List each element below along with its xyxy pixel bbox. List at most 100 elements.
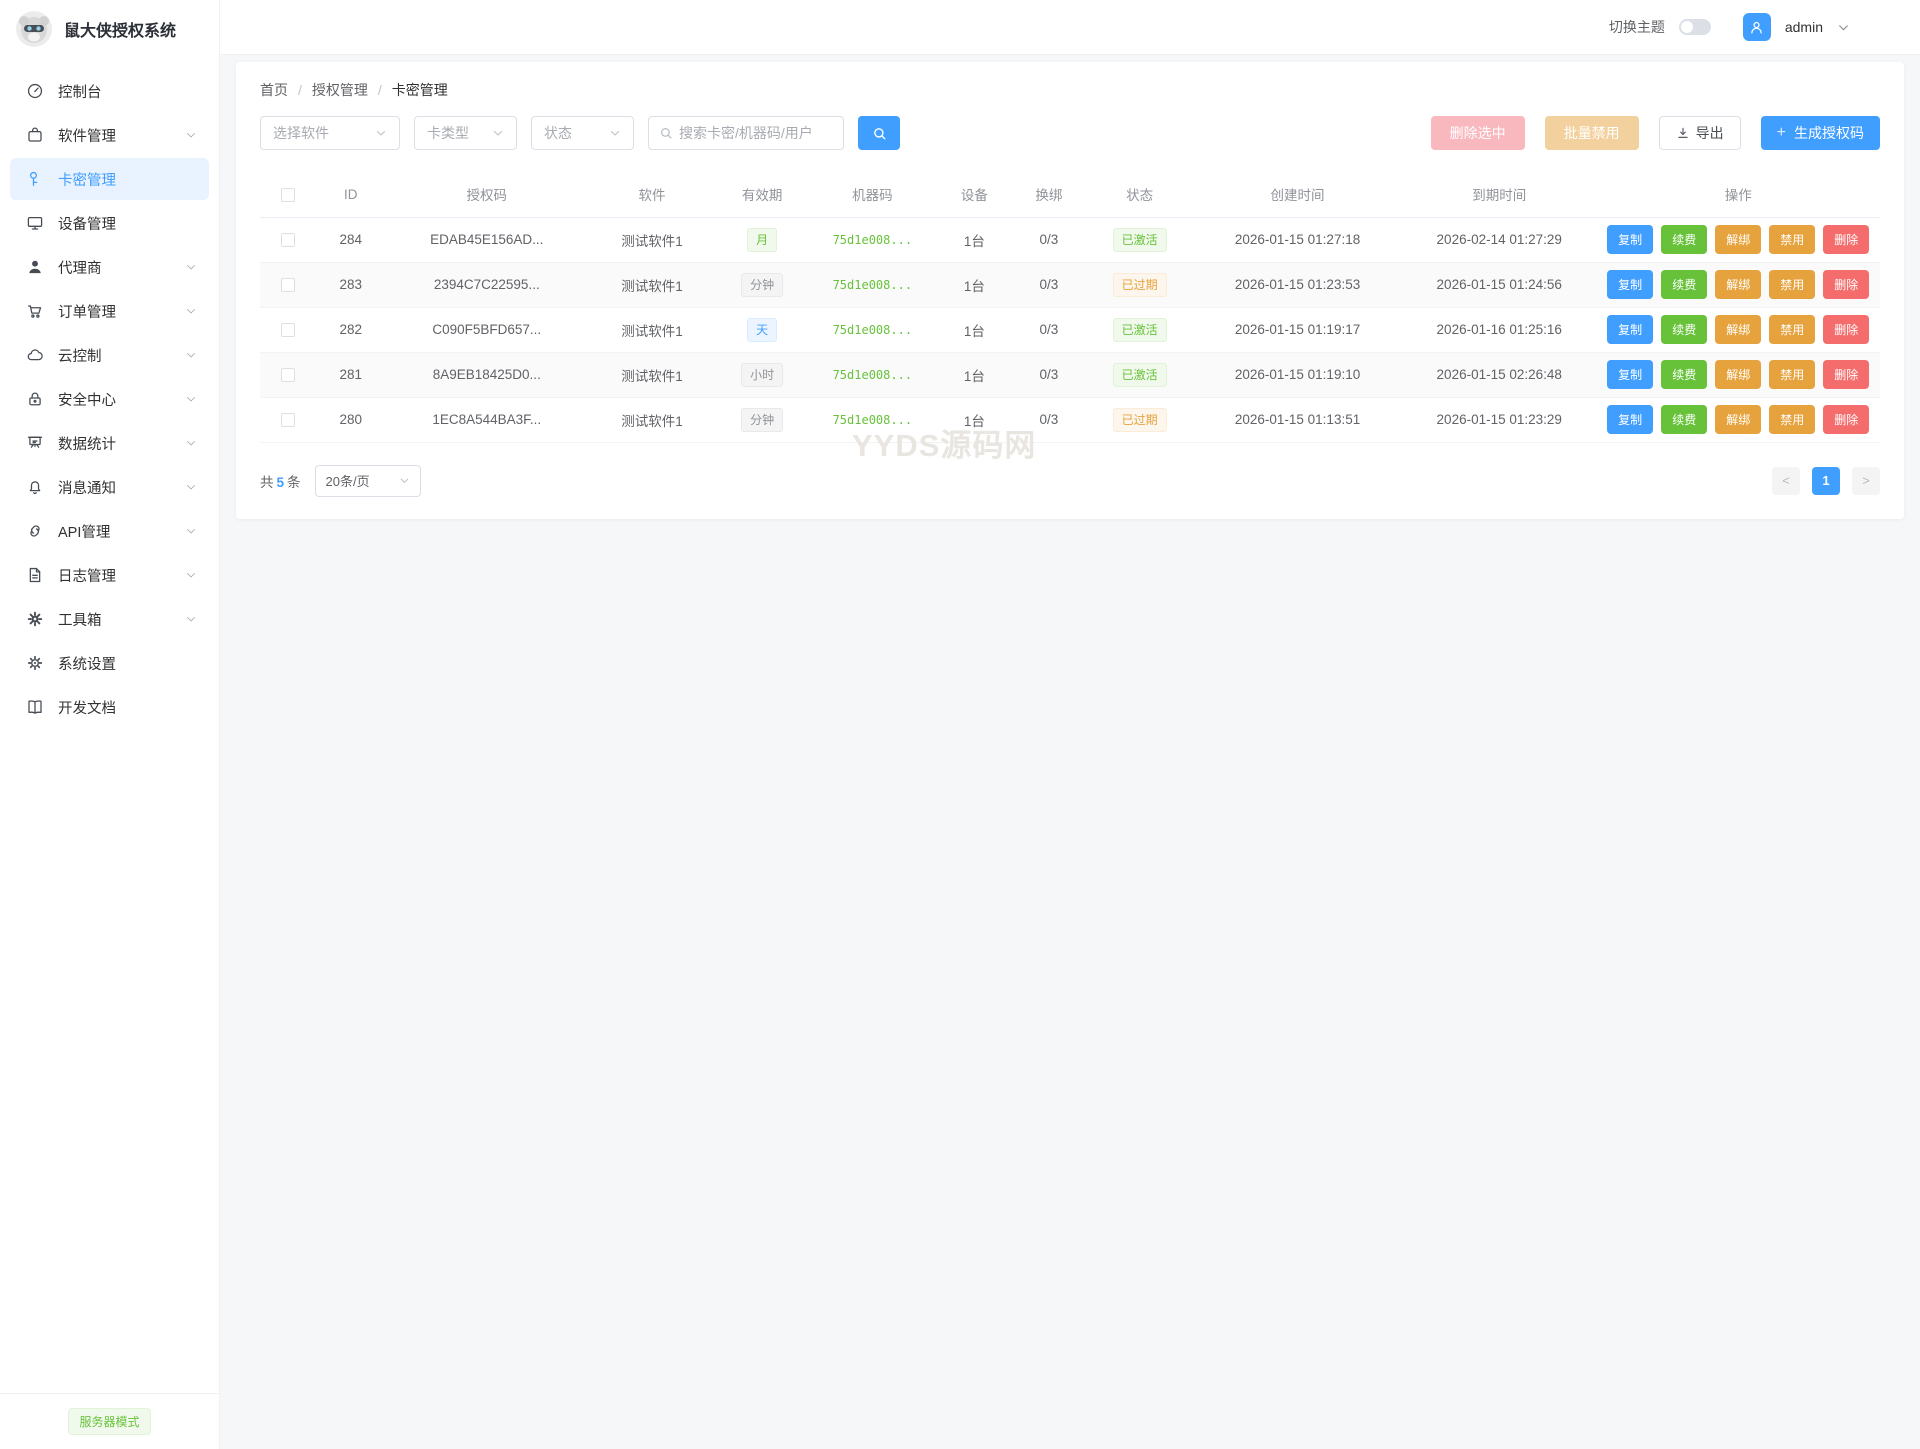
sidebar-item-7[interactable]: 云控制 (10, 334, 209, 376)
card: 首页/授权管理/卡密管理 选择软件 卡类型 (236, 62, 1904, 519)
cell-expire-time: 2026-01-16 01:25:16 (1402, 307, 1596, 352)
sidebar-item-12[interactable]: 日志管理 (10, 554, 209, 596)
sidebar-item-13[interactable]: 工具箱 (10, 598, 209, 640)
column-header: ID (315, 172, 386, 217)
row-action-warning-button[interactable]: 禁用 (1769, 270, 1815, 299)
cell-devices: 1台 (937, 217, 1012, 262)
user-avatar[interactable] (1743, 13, 1771, 41)
sidebar-item-4[interactable]: 设备管理 (10, 202, 209, 244)
status-badge: 已过期 (1113, 408, 1167, 432)
breadcrumb-item[interactable]: 首页 (260, 80, 288, 100)
row-action-success-button[interactable]: 续费 (1661, 225, 1707, 254)
cell-devices: 1台 (937, 262, 1012, 307)
breadcrumb-item[interactable]: 授权管理 (312, 80, 368, 100)
row-checkbox[interactable] (281, 278, 295, 292)
table-row: 284EDAB45E156AD...测试软件1月75d1e008...1台0/3… (260, 217, 1880, 262)
prev-page-button[interactable]: < (1772, 467, 1800, 495)
search-button[interactable] (858, 116, 900, 150)
row-action-danger-button[interactable]: 删除 (1823, 405, 1869, 434)
row-action-primary-button[interactable]: 复制 (1607, 315, 1653, 344)
sidebar-item-15[interactable]: 开发文档 (10, 686, 209, 728)
chevron-down-icon[interactable] (1837, 21, 1850, 34)
cell-devices: 1台 (937, 352, 1012, 397)
sidebar-item-6[interactable]: 订单管理 (10, 290, 209, 332)
row-action-primary-button[interactable]: 复制 (1607, 270, 1653, 299)
key-icon (26, 170, 44, 188)
app-root: 鼠大侠授权系统 控制台软件管理卡密管理设备管理代理商订单管理云控制安全中心数据统… (0, 0, 1920, 1449)
row-action-warning-button[interactable]: 解绑 (1715, 315, 1761, 344)
table-row: 282C090F5BFD657...测试软件1天75d1e008...1台0/3… (260, 307, 1880, 352)
batch-disable-button[interactable]: 批量禁用 (1545, 116, 1639, 150)
sidebar-item-11[interactable]: API管理 (10, 510, 209, 552)
row-action-success-button[interactable]: 续费 (1661, 315, 1707, 344)
export-button[interactable]: 导出 (1659, 116, 1741, 150)
sidebar-item-8[interactable]: 安全中心 (10, 378, 209, 420)
row-action-warning-button[interactable]: 解绑 (1715, 360, 1761, 389)
row-action-warning-button[interactable]: 解绑 (1715, 225, 1761, 254)
sidebar-item-label: 软件管理 (58, 125, 185, 146)
row-action-danger-button[interactable]: 删除 (1823, 270, 1869, 299)
cell-software: 测试软件1 (587, 307, 717, 352)
row-action-primary-button[interactable]: 复制 (1607, 405, 1653, 434)
row-action-success-button[interactable]: 续费 (1661, 360, 1707, 389)
row-checkbox[interactable] (281, 413, 295, 427)
row-action-warning-button[interactable]: 禁用 (1769, 315, 1815, 344)
software-select[interactable]: 选择软件 (260, 116, 400, 150)
generate-code-button[interactable]: + 生成授权码 (1761, 116, 1880, 150)
app-title: 鼠大侠授权系统 (64, 17, 176, 41)
sidebar-item-9[interactable]: 数据统计 (10, 422, 209, 464)
username[interactable]: admin (1785, 19, 1823, 35)
page-size-select[interactable]: 20条/页 (315, 465, 421, 497)
cell-actions: 复制续费解绑禁用删除 (1596, 352, 1880, 397)
select-all-checkbox[interactable] (281, 188, 295, 202)
sidebar-item-14[interactable]: 系统设置 (10, 642, 209, 684)
server-mode-badge: 服务器模式 (68, 1408, 150, 1435)
sidebar-item-1[interactable]: 控制台 (10, 70, 209, 112)
cell-auth-code: 2394C7C22595... (386, 262, 587, 307)
settings-icon (26, 654, 44, 672)
row-action-success-button[interactable]: 续费 (1661, 405, 1707, 434)
breadcrumb-separator: / (378, 82, 382, 98)
sidebar-item-label: 控制台 (58, 81, 197, 102)
delete-selected-button[interactable]: 删除选中 (1431, 116, 1525, 150)
sidebar-item-3[interactable]: 卡密管理 (10, 158, 209, 200)
cell-software: 测试软件1 (587, 262, 717, 307)
row-checkbox[interactable] (281, 233, 295, 247)
status-select[interactable]: 状态 (531, 116, 634, 150)
cell-machine-code[interactable]: 75d1e008... (833, 368, 912, 382)
row-action-danger-button[interactable]: 删除 (1823, 225, 1869, 254)
card-type-select[interactable]: 卡类型 (414, 116, 517, 150)
row-action-primary-button[interactable]: 复制 (1607, 360, 1653, 389)
row-checkbox[interactable] (281, 368, 295, 382)
cell-machine-code[interactable]: 75d1e008... (833, 233, 912, 247)
row-action-warning-button[interactable]: 解绑 (1715, 270, 1761, 299)
cell-machine-code[interactable]: 75d1e008... (833, 323, 912, 337)
sidebar-item-2[interactable]: 软件管理 (10, 114, 209, 156)
sidebar-item-10[interactable]: 消息通知 (10, 466, 209, 508)
sidebar-item-5[interactable]: 代理商 (10, 246, 209, 288)
row-action-warning-button[interactable]: 解绑 (1715, 405, 1761, 434)
chevron-down-icon (399, 475, 410, 486)
row-checkbox[interactable] (281, 323, 295, 337)
row-action-warning-button[interactable]: 禁用 (1769, 360, 1815, 389)
chevron-down-icon (185, 525, 197, 537)
theme-toggle-switch[interactable] (1679, 19, 1711, 35)
next-page-button[interactable]: > (1852, 467, 1880, 495)
row-action-success-button[interactable]: 续费 (1661, 270, 1707, 299)
cell-machine-code[interactable]: 75d1e008... (833, 413, 912, 427)
row-action-warning-button[interactable]: 禁用 (1769, 225, 1815, 254)
row-action-primary-button[interactable]: 复制 (1607, 225, 1653, 254)
row-action-danger-button[interactable]: 删除 (1823, 315, 1869, 344)
sidebar-footer: 服务器模式 (0, 1393, 219, 1449)
search-icon (659, 126, 673, 140)
cell-devices: 1台 (937, 397, 1012, 442)
sidebar-item-label: 卡密管理 (58, 169, 197, 190)
cell-expire-time: 2026-01-15 01:23:29 (1402, 397, 1596, 442)
column-header: 换绑 (1012, 172, 1087, 217)
cell-machine-code[interactable]: 75d1e008... (833, 278, 912, 292)
search-input[interactable] (679, 125, 833, 141)
row-action-danger-button[interactable]: 删除 (1823, 360, 1869, 389)
page-1-button[interactable]: 1 (1812, 467, 1840, 495)
cell-expire-time: 2026-01-15 01:24:56 (1402, 262, 1596, 307)
row-action-warning-button[interactable]: 禁用 (1769, 405, 1815, 434)
